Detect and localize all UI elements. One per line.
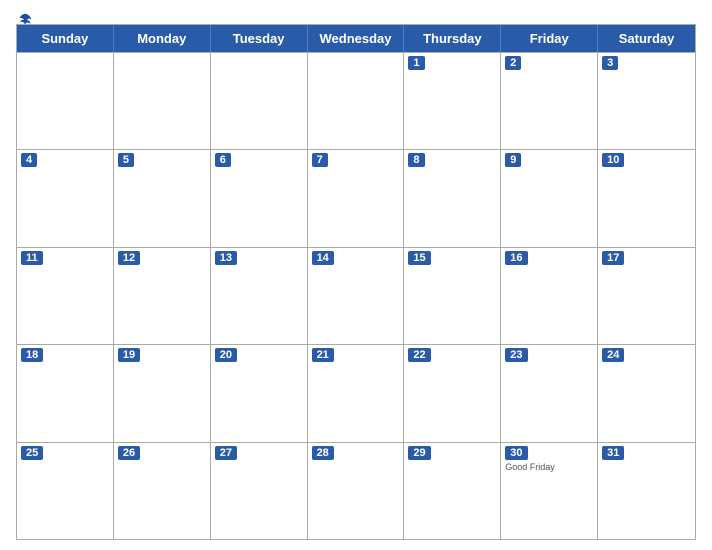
calendar-cell: 7: [308, 150, 405, 246]
calendar-cell: 28: [308, 443, 405, 539]
calendar-cell: 2: [501, 53, 598, 149]
calendar-header: [16, 10, 696, 18]
calendar-cell: 16: [501, 248, 598, 344]
day-number: 7: [312, 153, 328, 167]
calendar-cell: 21: [308, 345, 405, 441]
weekday-header-tuesday: Tuesday: [211, 25, 308, 52]
day-number: 14: [312, 251, 334, 265]
weekday-header-row: SundayMondayTuesdayWednesdayThursdayFrid…: [17, 25, 695, 52]
calendar-cell: 27: [211, 443, 308, 539]
day-number: 12: [118, 251, 140, 265]
day-number: 3: [602, 56, 618, 70]
calendar-cell: 6: [211, 150, 308, 246]
calendar-cell: 14: [308, 248, 405, 344]
day-number: 9: [505, 153, 521, 167]
day-number: 27: [215, 446, 237, 460]
logo-bird-icon: [16, 12, 34, 30]
calendar-grid: SundayMondayTuesdayWednesdayThursdayFrid…: [16, 24, 696, 540]
calendar-cell: 22: [404, 345, 501, 441]
calendar-cell: 12: [114, 248, 211, 344]
calendar-cell: 29: [404, 443, 501, 539]
calendar-cell: 15: [404, 248, 501, 344]
calendar-cell: 9: [501, 150, 598, 246]
weekday-header-friday: Friday: [501, 25, 598, 52]
calendar-cell: 11: [17, 248, 114, 344]
day-number: 11: [21, 251, 43, 265]
calendar-cell: 17: [598, 248, 695, 344]
calendar-week-5: 25 26 27 28 29 30 Good Friday 31: [17, 442, 695, 539]
day-number: 23: [505, 348, 527, 362]
day-number: 25: [21, 446, 43, 460]
day-event: Good Friday: [505, 462, 593, 472]
calendar-week-3: 11 12 13 14 15 16 17: [17, 247, 695, 344]
day-number: 17: [602, 251, 624, 265]
day-number: 29: [408, 446, 430, 460]
day-number: 6: [215, 153, 231, 167]
day-number: 15: [408, 251, 430, 265]
day-number: 26: [118, 446, 140, 460]
calendar-week-1: 1 2 3: [17, 52, 695, 149]
calendar-page: SundayMondayTuesdayWednesdayThursdayFrid…: [0, 0, 712, 550]
calendar-cell: 23: [501, 345, 598, 441]
weekday-header-monday: Monday: [114, 25, 211, 52]
day-number: 5: [118, 153, 134, 167]
weekday-header-thursday: Thursday: [404, 25, 501, 52]
calendar-cell: 13: [211, 248, 308, 344]
calendar-cell: 25: [17, 443, 114, 539]
weekday-header-wednesday: Wednesday: [308, 25, 405, 52]
day-number: 31: [602, 446, 624, 460]
calendar-cell: [17, 53, 114, 149]
calendar-cell: 5: [114, 150, 211, 246]
calendar-week-2: 4 5 6 7 8 9 10: [17, 149, 695, 246]
day-number: 24: [602, 348, 624, 362]
day-number: 16: [505, 251, 527, 265]
day-number: 13: [215, 251, 237, 265]
day-number: 4: [21, 153, 37, 167]
day-number: 8: [408, 153, 424, 167]
calendar-cell: 3: [598, 53, 695, 149]
calendar-week-4: 18 19 20 21 22 23 24: [17, 344, 695, 441]
day-number: 20: [215, 348, 237, 362]
calendar-cell: 20: [211, 345, 308, 441]
calendar-cell: 31: [598, 443, 695, 539]
calendar-cell: 19: [114, 345, 211, 441]
calendar-cell: 18: [17, 345, 114, 441]
day-number: 22: [408, 348, 430, 362]
day-number: 28: [312, 446, 334, 460]
calendar-cell: 4: [17, 150, 114, 246]
day-number: 1: [408, 56, 424, 70]
day-number: 2: [505, 56, 521, 70]
calendar-cell: [211, 53, 308, 149]
calendar-cell: 26: [114, 443, 211, 539]
calendar-cell: 30 Good Friday: [501, 443, 598, 539]
day-number: 18: [21, 348, 43, 362]
day-number: 19: [118, 348, 140, 362]
calendar-cell: [114, 53, 211, 149]
day-number: 30: [505, 446, 527, 460]
calendar-body: 1234567891011121314151617181920212223242…: [17, 52, 695, 539]
calendar-cell: 10: [598, 150, 695, 246]
day-number: 10: [602, 153, 624, 167]
calendar-cell: [308, 53, 405, 149]
calendar-cell: 24: [598, 345, 695, 441]
calendar-cell: 1: [404, 53, 501, 149]
calendar-cell: 8: [404, 150, 501, 246]
weekday-header-saturday: Saturday: [598, 25, 695, 52]
day-number: 21: [312, 348, 334, 362]
